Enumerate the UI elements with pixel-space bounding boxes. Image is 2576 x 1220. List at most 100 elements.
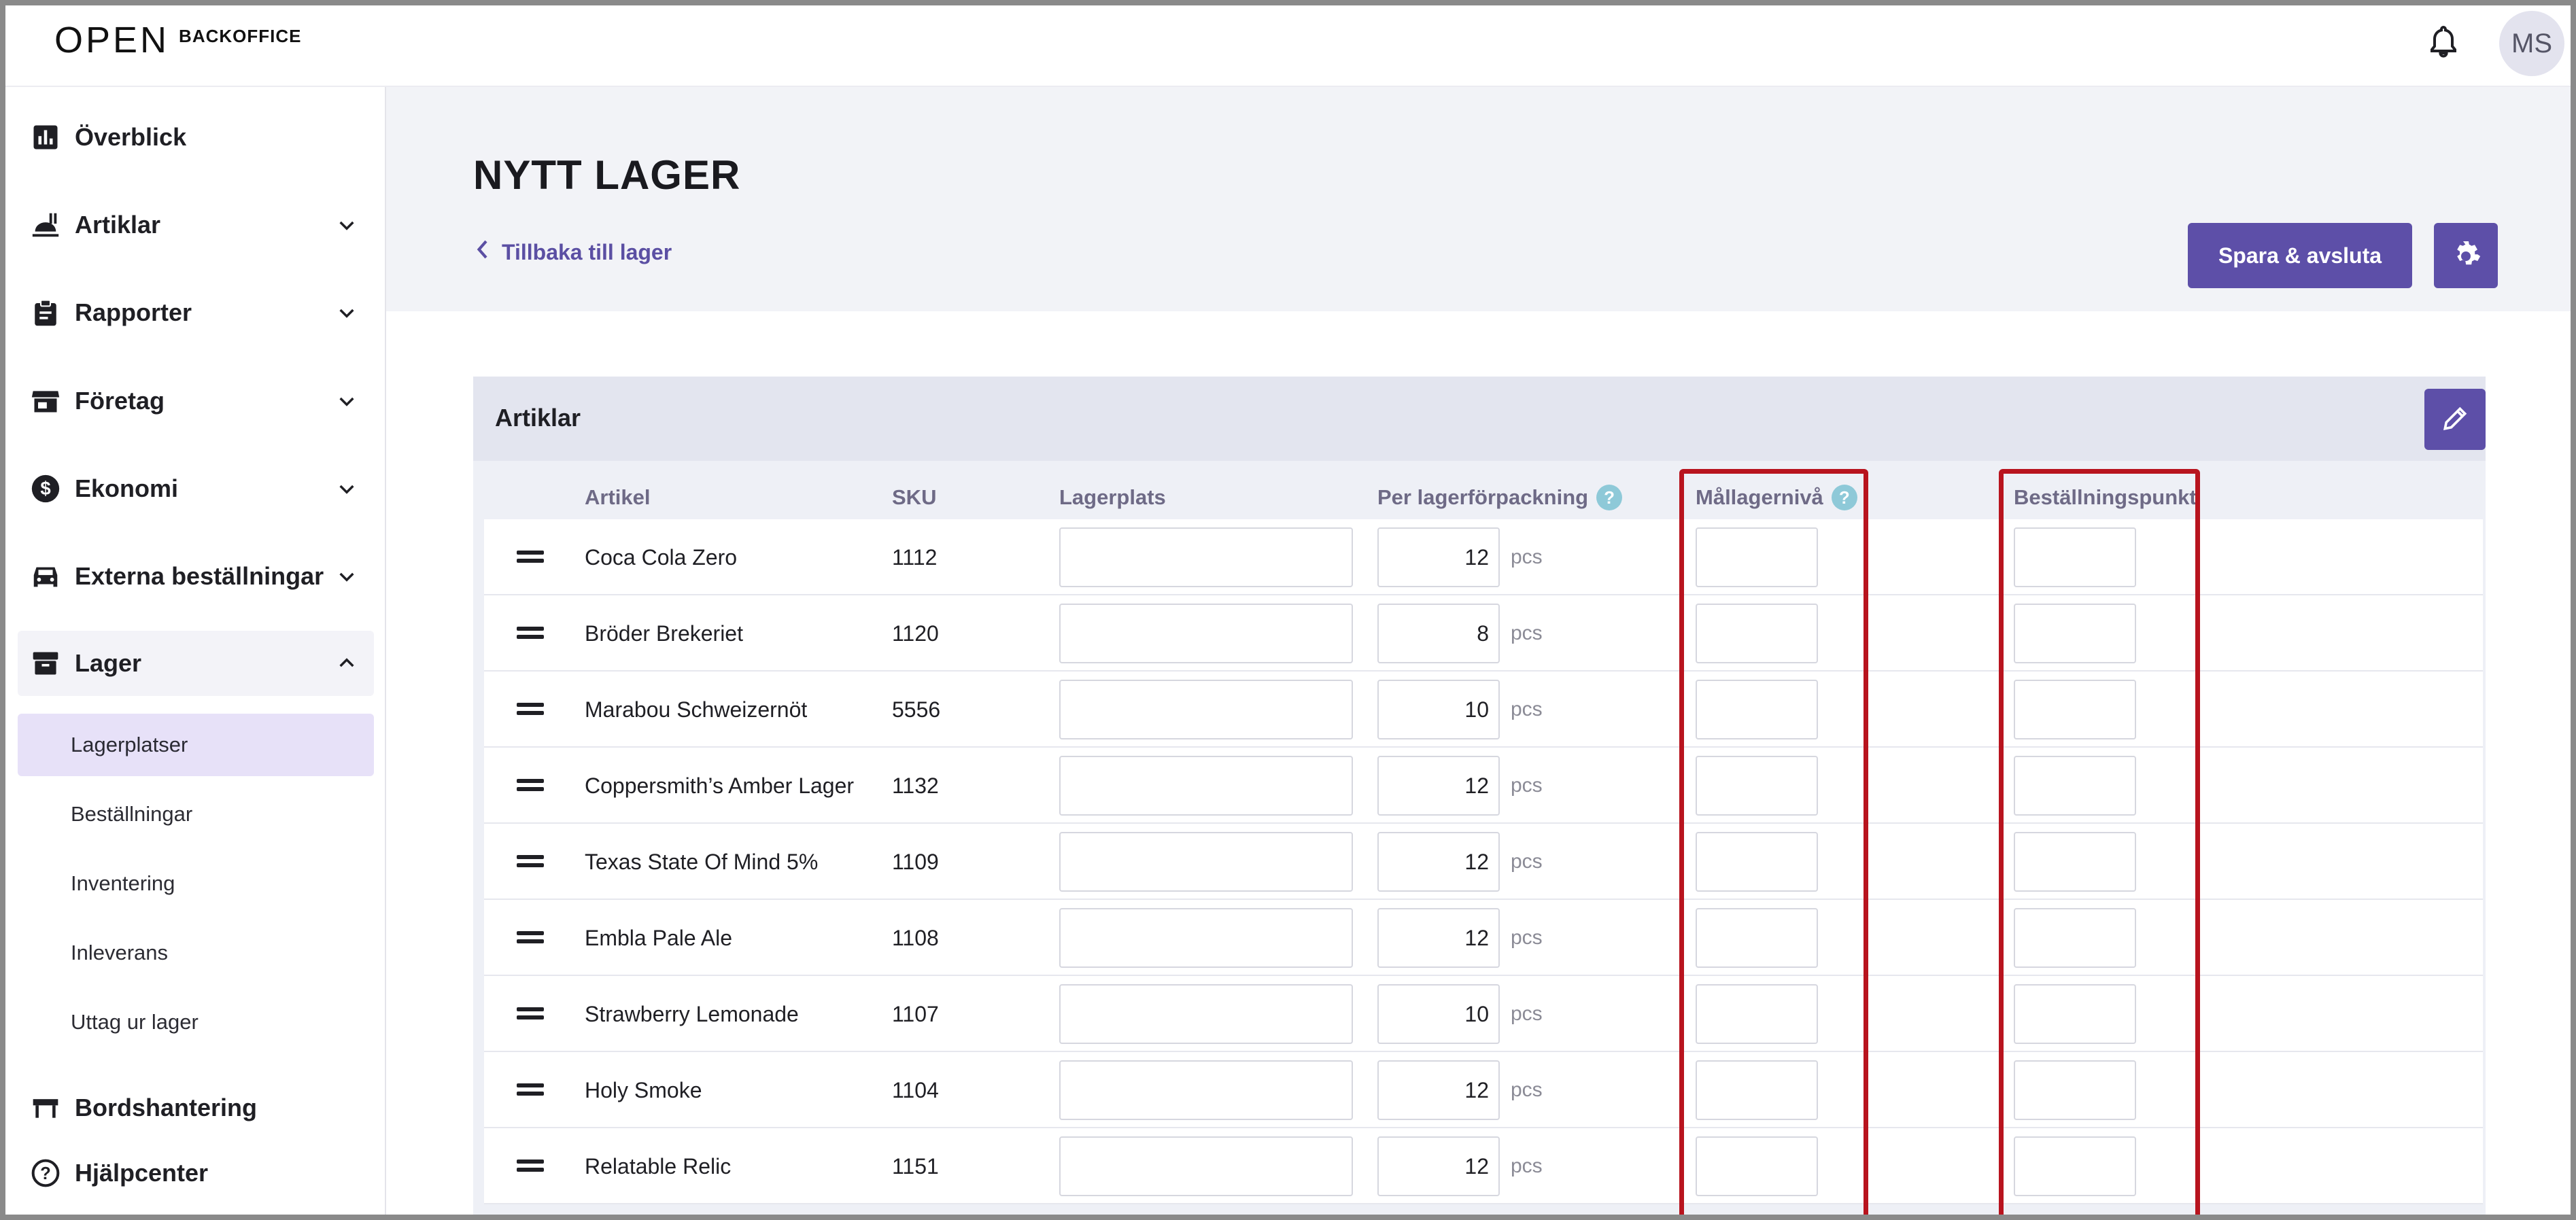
bar-chart-icon xyxy=(30,122,61,153)
sidebar-item-foretag[interactable]: Företag xyxy=(18,368,374,434)
drag-handle-icon[interactable] xyxy=(517,549,544,564)
settings-button[interactable] xyxy=(2434,223,2498,288)
avatar[interactable]: MS xyxy=(2499,11,2564,76)
mallagerniva-input[interactable] xyxy=(1696,756,1818,816)
logo-mark: OPEN xyxy=(54,20,170,60)
lagerplats-input[interactable] xyxy=(1059,680,1353,739)
lagerplats-input[interactable] xyxy=(1059,1136,1353,1196)
cell-sku: 1120 xyxy=(892,621,939,646)
edit-button[interactable] xyxy=(2424,389,2486,450)
per-lagerforpackning-input[interactable] xyxy=(1377,1136,1500,1196)
unit-label: pcs xyxy=(1511,1155,1543,1177)
back-link[interactable]: Tillbaka till lager xyxy=(475,239,672,265)
lagerplats-input[interactable] xyxy=(1059,604,1353,663)
storefront-icon xyxy=(30,385,61,417)
lagerplats-input[interactable] xyxy=(1059,832,1353,892)
sidebar-item-label: Hjälpcenter xyxy=(75,1159,209,1187)
lagerplats-input[interactable] xyxy=(1059,984,1353,1044)
sidebar-subitem-inleverans[interactable]: Inleverans xyxy=(18,922,374,984)
car-icon xyxy=(30,561,61,592)
bestallningspunkt-input[interactable] xyxy=(2014,908,2136,968)
sidebar-subitem-label: Inventering xyxy=(71,871,175,895)
bestallningspunkt-input[interactable] xyxy=(2014,1060,2136,1120)
per-lagerforpackning-input[interactable] xyxy=(1377,984,1500,1044)
mallagerniva-input[interactable] xyxy=(1696,832,1818,892)
sidebar-subitem-lagerplatser[interactable]: Lagerplatser xyxy=(18,714,374,776)
help-icon[interactable]: ? xyxy=(1831,485,1857,510)
per-lagerforpackning-input[interactable] xyxy=(1377,756,1500,816)
sidebar-subitem-uttag-ur-lager[interactable]: Uttag ur lager xyxy=(18,991,374,1053)
cell-sku: 1109 xyxy=(892,849,939,874)
bestallningspunkt-input[interactable] xyxy=(2014,1136,2136,1196)
bestallningspunkt-input[interactable] xyxy=(2014,604,2136,663)
mallagerniva-input[interactable] xyxy=(1696,1060,1818,1120)
back-link-label: Tillbaka till lager xyxy=(502,239,672,264)
chevron-up-icon xyxy=(336,652,358,674)
drag-handle-icon[interactable] xyxy=(517,778,544,792)
lagerplats-input[interactable] xyxy=(1059,908,1353,968)
per-lagerforpackning-input[interactable] xyxy=(1377,1060,1500,1120)
unit-label: pcs xyxy=(1511,1079,1543,1101)
cell-artikel: Embla Pale Ale xyxy=(585,925,733,950)
drag-handle-icon[interactable] xyxy=(517,1158,544,1173)
sidebar-item-label: Ekonomi xyxy=(75,474,179,502)
per-lagerforpackning-input[interactable] xyxy=(1377,832,1500,892)
bestallningspunkt-input[interactable] xyxy=(2014,832,2136,892)
cell-sku: 1108 xyxy=(892,925,939,950)
drag-handle-icon[interactable] xyxy=(517,930,544,945)
per-lagerforpackning-input[interactable] xyxy=(1377,908,1500,968)
drag-handle-icon[interactable] xyxy=(517,854,544,869)
top-bar: OPEN BACKOFFICE MS xyxy=(5,5,2571,87)
sidebar-subitem-bestallningar[interactable]: Beställningar xyxy=(18,783,374,846)
chevron-down-icon xyxy=(336,302,358,324)
bestallningspunkt-input[interactable] xyxy=(2014,680,2136,739)
bestallningspunkt-input[interactable] xyxy=(2014,984,2136,1044)
articles-panel: Artiklar Artikel SKU Lagerplats Per lage… xyxy=(473,377,2486,1215)
panel-title: Artiklar xyxy=(495,404,581,432)
sidebar-item-overblick[interactable]: Överblick xyxy=(18,105,374,170)
unit-label: pcs xyxy=(1511,622,1543,644)
help-circle-icon: ? xyxy=(30,1157,61,1189)
panel-header: Artiklar xyxy=(473,377,2486,461)
help-icon[interactable]: ? xyxy=(1596,485,1623,510)
drag-handle-icon[interactable] xyxy=(517,1082,544,1097)
mallagerniva-input[interactable] xyxy=(1696,527,1818,587)
bestallningspunkt-input[interactable] xyxy=(2014,756,2136,816)
sidebar-item-externa-bestallningar[interactable]: Externa beställningar xyxy=(18,544,374,609)
bell-icon[interactable] xyxy=(2427,24,2460,60)
per-lagerforpackning-input[interactable] xyxy=(1377,680,1500,739)
lagerplats-input[interactable] xyxy=(1059,756,1353,816)
per-lagerforpackning-input[interactable] xyxy=(1377,527,1500,587)
logo[interactable]: OPEN BACKOFFICE xyxy=(54,22,301,58)
column-header-per-lagerforpackning: Per lagerförpackning ? xyxy=(1377,477,1623,518)
cell-artikel: Holy Smoke xyxy=(585,1077,702,1102)
cell-sku: 1132 xyxy=(892,773,939,798)
bestallningspunkt-input[interactable] xyxy=(2014,527,2136,587)
sidebar-subitem-inventering[interactable]: Inventering xyxy=(18,852,374,915)
mallagerniva-input[interactable] xyxy=(1696,984,1818,1044)
per-lagerforpackning-input[interactable] xyxy=(1377,604,1500,663)
column-header-lagerplats: Lagerplats xyxy=(1059,477,1166,518)
chevron-down-icon xyxy=(336,478,358,500)
sidebar-item-ekonomi[interactable]: $ Ekonomi xyxy=(18,456,374,521)
save-and-exit-button[interactable]: Spara & avsluta xyxy=(2188,223,2412,288)
sidebar-item-rapporter[interactable]: Rapporter xyxy=(18,280,374,345)
chevron-left-icon xyxy=(475,239,490,265)
column-header-label: Beställningspunkt xyxy=(2014,485,2197,509)
cell-artikel: Marabou Schweizernöt xyxy=(585,697,808,722)
mallagerniva-input[interactable] xyxy=(1696,604,1818,663)
mallagerniva-input[interactable] xyxy=(1696,1136,1818,1196)
lagerplats-input[interactable] xyxy=(1059,1060,1353,1120)
sidebar-item-bordshantering[interactable]: Bordshantering xyxy=(18,1075,374,1140)
lagerplats-input[interactable] xyxy=(1059,527,1353,587)
cell-sku: 5556 xyxy=(892,697,941,722)
mallagerniva-input[interactable] xyxy=(1696,908,1818,968)
sidebar-item-artiklar[interactable]: Artiklar xyxy=(18,192,374,258)
sidebar-item-lager[interactable]: Lager xyxy=(18,631,374,696)
drag-handle-icon[interactable] xyxy=(517,701,544,716)
mallagerniva-input[interactable] xyxy=(1696,680,1818,739)
table-icon xyxy=(30,1092,61,1123)
sidebar-item-hjalpcenter[interactable]: ? Hjälpcenter xyxy=(18,1140,374,1206)
drag-handle-icon[interactable] xyxy=(517,625,544,640)
drag-handle-icon[interactable] xyxy=(517,1006,544,1021)
